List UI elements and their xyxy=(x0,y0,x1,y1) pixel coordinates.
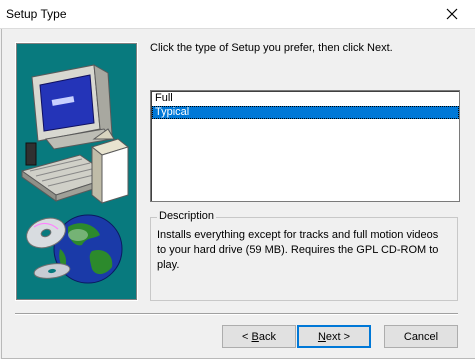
setup-option-typical[interactable]: Typical xyxy=(152,106,459,119)
setup-illustration xyxy=(15,42,138,301)
close-glyph xyxy=(446,8,458,20)
device-graphic xyxy=(25,142,37,166)
description-group: Description Installs everything except f… xyxy=(150,210,458,301)
window-title: Setup Type xyxy=(6,7,67,21)
description-legend: Description xyxy=(157,210,217,222)
description-text: Installs everything except for tracks an… xyxy=(157,229,439,271)
cancel-button[interactable]: Cancel xyxy=(384,325,458,348)
close-icon[interactable] xyxy=(429,0,475,28)
next-button-rest: ext xyxy=(325,330,341,343)
back-button-prefix: < xyxy=(242,330,252,343)
back-button[interactable]: < Back xyxy=(222,325,296,348)
setup-option-full[interactable]: Full xyxy=(152,92,459,105)
next-button-mnemonic: N xyxy=(317,330,326,343)
back-button-mnemonic: B xyxy=(251,330,259,343)
next-button[interactable]: Next > xyxy=(297,325,371,348)
back-button-rest: ack xyxy=(258,330,276,343)
computer-and-globe-illustration xyxy=(20,64,130,284)
title-bar: Setup Type xyxy=(0,0,475,29)
setup-prompt: Click the type of Setup you prefer, then… xyxy=(150,42,393,54)
setup-type-listbox[interactable]: Full Typical xyxy=(150,90,460,202)
button-divider xyxy=(15,313,458,315)
next-button-suffix: > xyxy=(340,330,351,343)
